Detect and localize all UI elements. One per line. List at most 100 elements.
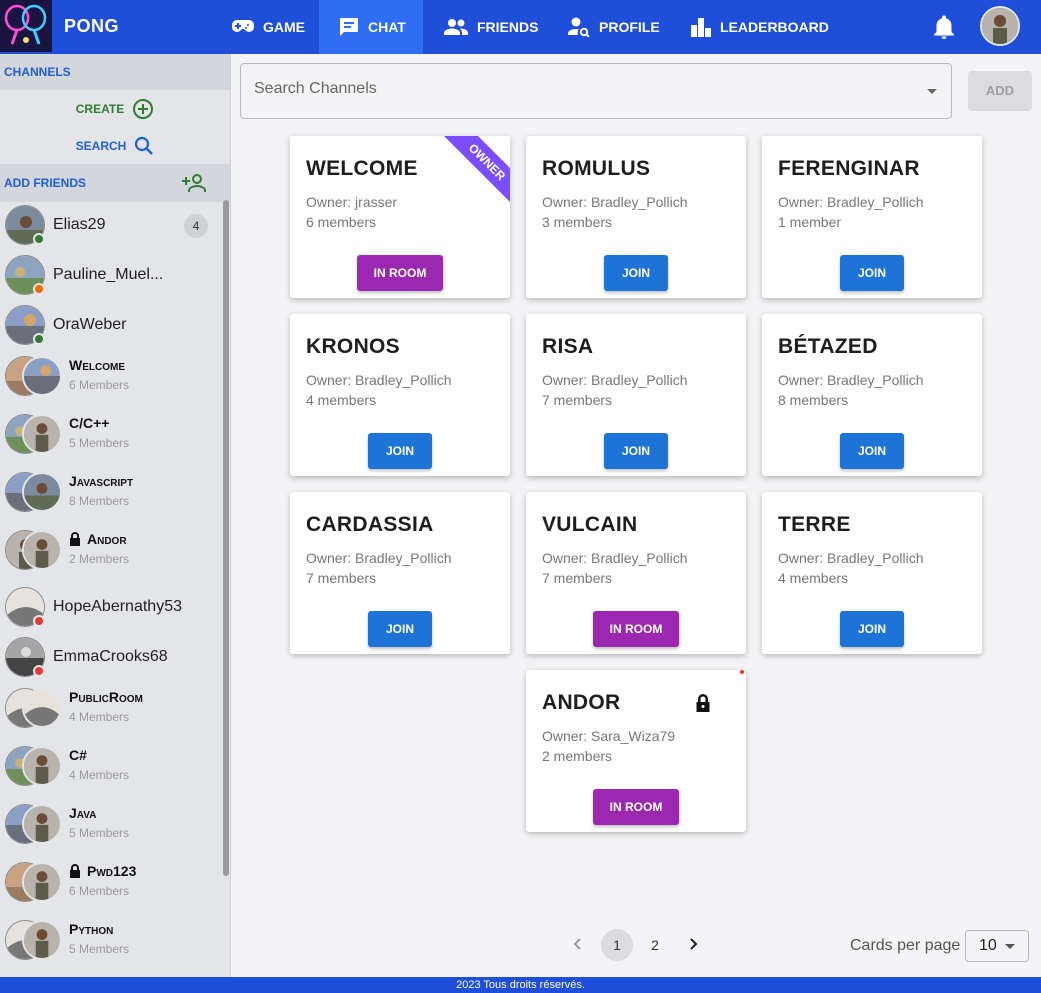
channel-search-input[interactable] [254, 80, 904, 98]
dropdown-caret-icon[interactable] [927, 89, 937, 94]
search-channel-button[interactable]: SEARCH [0, 127, 230, 164]
channel-list-item[interactable]: C/C++ 5 Members [0, 408, 222, 466]
friend-list-item[interactable]: Elias29 4 [0, 200, 222, 250]
friend-list-item[interactable]: OraWeber [0, 300, 222, 350]
friend-list-item[interactable]: Pauline_Muel... [0, 250, 222, 300]
channel-list-item[interactable]: Python 5 Members [0, 914, 222, 972]
add-person-icon [182, 174, 206, 192]
card-member-count: 4 members [306, 392, 377, 408]
channel-list-item[interactable]: Welcome 6 Members [0, 350, 222, 408]
channel-member-count: 5 Members [69, 942, 130, 956]
card-member-count: 1 member [778, 214, 842, 230]
cards-per-page-value: 10 [979, 937, 997, 954]
nav-chat[interactable]: CHAT [319, 0, 423, 54]
card-owner: Owner: Bradley_Pollich [542, 194, 688, 210]
nav-game-label: GAME [263, 19, 305, 35]
user-avatar[interactable] [980, 6, 1020, 46]
channel-list-item[interactable]: Pwd123 6 Members [0, 856, 222, 914]
friend-list-item[interactable]: EmmaCrooks68 [0, 632, 222, 682]
card-owner: Owner: Bradley_Pollich [542, 372, 688, 388]
channel-member-count: 6 Members [69, 884, 130, 898]
friend-name: Elias29 [53, 216, 106, 233]
prev-page-icon[interactable] [570, 936, 586, 957]
channel-name: Welcome [69, 357, 125, 373]
card-owner: Owner: Bradley_Pollich [306, 372, 452, 388]
app-title[interactable]: PONG [64, 16, 119, 37]
channel-avatar [22, 688, 62, 728]
join-button[interactable]: JOIN [840, 611, 904, 647]
create-label: CREATE [75, 101, 125, 116]
card-title: FERENGINAR [778, 157, 920, 180]
lock-icon [70, 532, 80, 546]
friend-name: EmmaCrooks68 [53, 648, 168, 665]
lock-icon [70, 864, 80, 878]
channel-name: C/C++ [69, 415, 109, 431]
card-title: ROMULUS [542, 157, 651, 180]
join-button[interactable]: JOIN [604, 255, 668, 291]
channel-list-item[interactable]: Javascript 8 Members [0, 466, 222, 524]
notification-dot [740, 670, 744, 674]
footer: 2023 Tous droits réservés. [0, 977, 1041, 993]
pong-logo[interactable] [0, 0, 52, 52]
channel-search-field[interactable] [240, 63, 952, 119]
search-label: SEARCH [75, 138, 127, 153]
channel-name-label: Welcome [69, 357, 125, 373]
card-owner: Owner: Bradley_Pollich [306, 550, 452, 566]
channel-list-item[interactable]: C# 4 Members [0, 740, 222, 798]
sidebar-scrollbar[interactable] [223, 200, 229, 876]
add-channel-button[interactable]: ADD [968, 71, 1032, 111]
nav-chat-label: CHAT [368, 19, 406, 35]
cards-per-page-select[interactable]: 10 [965, 930, 1029, 962]
add-friends-header[interactable]: ADD FRIENDS [0, 164, 230, 202]
page-2-button[interactable]: 2 [639, 929, 671, 961]
page-1-button[interactable]: 1 [601, 929, 633, 961]
channel-avatar [22, 920, 62, 960]
channel-name: Javascript [69, 473, 133, 489]
next-page-icon[interactable] [685, 936, 701, 957]
status-indicator [33, 283, 45, 295]
channel-member-count: 4 Members [69, 768, 130, 782]
card-member-count: 8 members [778, 392, 849, 408]
notification-bell-icon[interactable] [933, 15, 955, 44]
nav-profile[interactable]: PROFILE [554, 0, 674, 54]
in-room-button[interactable]: IN ROOM [593, 789, 679, 825]
gamepad-icon [232, 20, 254, 32]
nav-leaderboard-label: LEADERBOARD [720, 19, 829, 35]
join-button[interactable]: JOIN [368, 433, 432, 469]
card-title: BÉTAZED [778, 335, 878, 358]
channel-name-label: C/C++ [69, 415, 110, 431]
join-button[interactable]: JOIN [840, 255, 904, 291]
card-owner: Owner: Bradley_Pollich [778, 194, 924, 210]
card-title: KRONOS [306, 335, 400, 358]
join-button[interactable]: JOIN [368, 611, 432, 647]
in-room-button[interactable]: IN ROOM [593, 611, 679, 647]
card-title: CARDASSIA [306, 513, 434, 536]
nav-friends[interactable]: FRIENDS [430, 0, 552, 54]
channel-list-item[interactable]: Java 5 Members [0, 798, 222, 856]
channel-card: VULCAIN Owner: Bradley_Pollich 7 members IN… [526, 492, 746, 654]
card-member-count: 7 members [542, 570, 613, 586]
join-button[interactable]: JOIN [840, 433, 904, 469]
channel-name-label: C# [69, 747, 87, 763]
people-icon [444, 19, 468, 35]
friend-name: Pauline_Muel... [53, 266, 164, 283]
channel-list-item[interactable]: Andor 2 Members [0, 524, 222, 582]
card-member-count: 7 members [542, 392, 613, 408]
leaderboard-icon [691, 18, 711, 37]
status-indicator [33, 333, 45, 345]
channel-avatar [22, 356, 62, 396]
nav-game[interactable]: GAME [218, 0, 319, 54]
channels-header: CHANNELS [0, 54, 230, 90]
channel-card: CARDASSIA Owner: Bradley_Pollich 7 members… [290, 492, 510, 654]
add-friends-label: ADD FRIENDS [4, 176, 87, 190]
unread-badge: 4 [184, 214, 208, 238]
in-room-button[interactable]: IN ROOM [357, 255, 443, 291]
channel-list-item[interactable]: PublicRoom 4 Members [0, 682, 222, 740]
create-channel-button[interactable]: CREATE [0, 90, 230, 127]
nav-leaderboard[interactable]: LEADERBOARD [677, 0, 843, 54]
chat-icon [340, 18, 358, 36]
profile-search-icon [568, 17, 590, 37]
status-indicator [33, 615, 45, 627]
friend-list-item[interactable]: HopeAbernathy53 [0, 582, 222, 632]
join-button[interactable]: JOIN [604, 433, 668, 469]
